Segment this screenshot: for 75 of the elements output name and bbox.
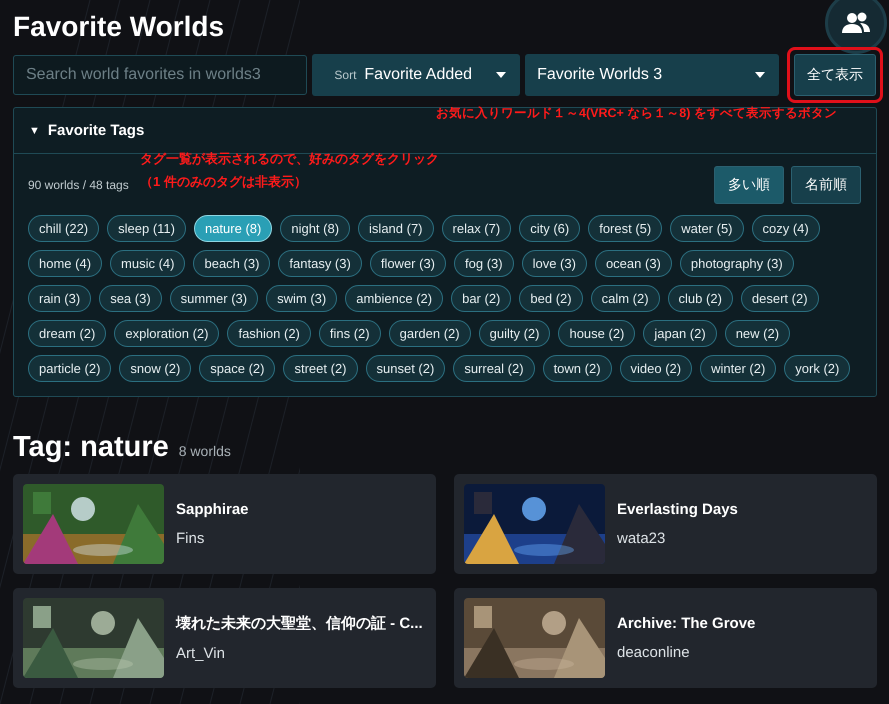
- tag-chip[interactable]: cozy (4): [752, 215, 820, 242]
- search-field[interactable]: Search world favorites in worlds3: [13, 55, 308, 95]
- tag-chip[interactable]: house (2): [558, 320, 636, 347]
- tag-chip[interactable]: photography (3): [680, 250, 794, 277]
- tag-chip[interactable]: exploration (2): [114, 320, 220, 347]
- tag-chip[interactable]: water (5): [670, 215, 744, 242]
- tag-chip[interactable]: club (2): [668, 285, 733, 312]
- tag-chip[interactable]: rain (3): [28, 285, 92, 312]
- tag-chip[interactable]: street (2): [283, 355, 358, 382]
- tag-chip[interactable]: space (2): [199, 355, 276, 382]
- tag-chip[interactable]: island (7): [358, 215, 434, 242]
- tag-chip[interactable]: beach (3): [193, 250, 270, 277]
- tag-chip[interactable]: sunset (2): [366, 355, 446, 382]
- tag-chip[interactable]: bar (2): [451, 285, 512, 312]
- world-card[interactable]: Sapphirae Fins: [13, 474, 436, 574]
- tag-chip[interactable]: relax (7): [442, 215, 512, 242]
- sort-order-button[interactable]: 多い順: [714, 166, 784, 204]
- results-title: Tag: nature: [13, 431, 169, 464]
- tag-chip[interactable]: night (8): [280, 215, 350, 242]
- tag-chip[interactable]: york (2): [784, 355, 850, 382]
- tag-chip[interactable]: snow (2): [119, 355, 192, 382]
- tag-chip[interactable]: guilty (2): [478, 320, 550, 347]
- world-name: Everlasting Days: [617, 501, 738, 518]
- tag-chip[interactable]: calm (2): [590, 285, 660, 312]
- tag-chip[interactable]: sleep (11): [107, 215, 186, 242]
- results-count: 8 worlds: [178, 443, 231, 459]
- world-card[interactable]: 壊れた未来の大聖堂、信仰の証 - C... Art_Vin: [13, 588, 436, 688]
- tag-chip[interactable]: home (4): [28, 250, 102, 277]
- tag-chip[interactable]: surreal (2): [453, 355, 535, 382]
- tag-chip[interactable]: town (2): [542, 355, 612, 382]
- tag-chip[interactable]: video (2): [620, 355, 692, 382]
- world-author: Art_Vin: [176, 645, 226, 662]
- sort-dropdown[interactable]: Sort Favorite Added: [312, 54, 520, 96]
- tag-chip[interactable]: particle (2): [28, 355, 112, 382]
- sort-order-button[interactable]: 名前順: [791, 166, 861, 204]
- tag-chip[interactable]: chill (22): [28, 215, 100, 242]
- tag-chip[interactable]: ocean (3): [594, 250, 672, 277]
- show-all-button[interactable]: 全て表示: [794, 54, 876, 96]
- tag-chip[interactable]: fins (2): [318, 320, 381, 347]
- tag-chip[interactable]: winter (2): [700, 355, 776, 382]
- world-card[interactable]: Everlasting Days wata23: [454, 474, 877, 574]
- tag-summary: 90 worlds / 48 tags: [28, 178, 129, 192]
- tag-chip[interactable]: fashion (2): [227, 320, 311, 347]
- people-icon: [841, 11, 871, 35]
- world-name: Sapphirae: [176, 501, 249, 518]
- tag-chip[interactable]: bed (2): [519, 285, 583, 312]
- tag-chip[interactable]: flower (3): [370, 250, 446, 277]
- world-author: Fins: [176, 530, 206, 547]
- friends-button[interactable]: [825, 0, 887, 54]
- tag-chip[interactable]: fog (3): [454, 250, 514, 277]
- world-name: Archive: The Grove: [617, 615, 756, 632]
- tag-chip[interactable]: desert (2): [740, 285, 819, 312]
- tag-chip[interactable]: fantasy (3): [278, 250, 362, 277]
- page-title: Favorite Worlds: [13, 10, 224, 44]
- caret-icon: [496, 72, 506, 78]
- tag-chip[interactable]: music (4): [110, 250, 186, 277]
- tag-chip[interactable]: new (2): [724, 320, 790, 347]
- tag-chip[interactable]: dream (2): [28, 320, 106, 347]
- world-card[interactable]: Archive: The Grove deaconline: [454, 588, 877, 688]
- annotation: お気に入りワールド１～4(VRC+ なら１～8) をすべて表示するボタン: [436, 105, 837, 122]
- tag-chip[interactable]: swim (3): [266, 285, 338, 312]
- tag-chip[interactable]: japan (2): [643, 320, 717, 347]
- world-name: 壊れた未来の大聖堂、信仰の証 - C...: [176, 614, 423, 633]
- world-author: deaconline: [617, 644, 691, 661]
- tag-chip[interactable]: city (6): [519, 215, 580, 242]
- tag-chip[interactable]: summer (3): [170, 285, 258, 312]
- annotation: （1 件のみのタグは非表示）: [140, 173, 307, 191]
- world-author: wata23: [617, 530, 666, 547]
- tag-chip[interactable]: sea (3): [99, 285, 162, 312]
- tag-chip[interactable]: ambience (2): [345, 285, 444, 312]
- tag-chip[interactable]: garden (2): [388, 320, 471, 347]
- tag-chip[interactable]: love (3): [522, 250, 587, 277]
- caret-icon: [755, 72, 765, 78]
- group-dropdown[interactable]: Favorite Worlds 3: [525, 54, 779, 96]
- tag-chip[interactable]: forest (5): [588, 215, 662, 242]
